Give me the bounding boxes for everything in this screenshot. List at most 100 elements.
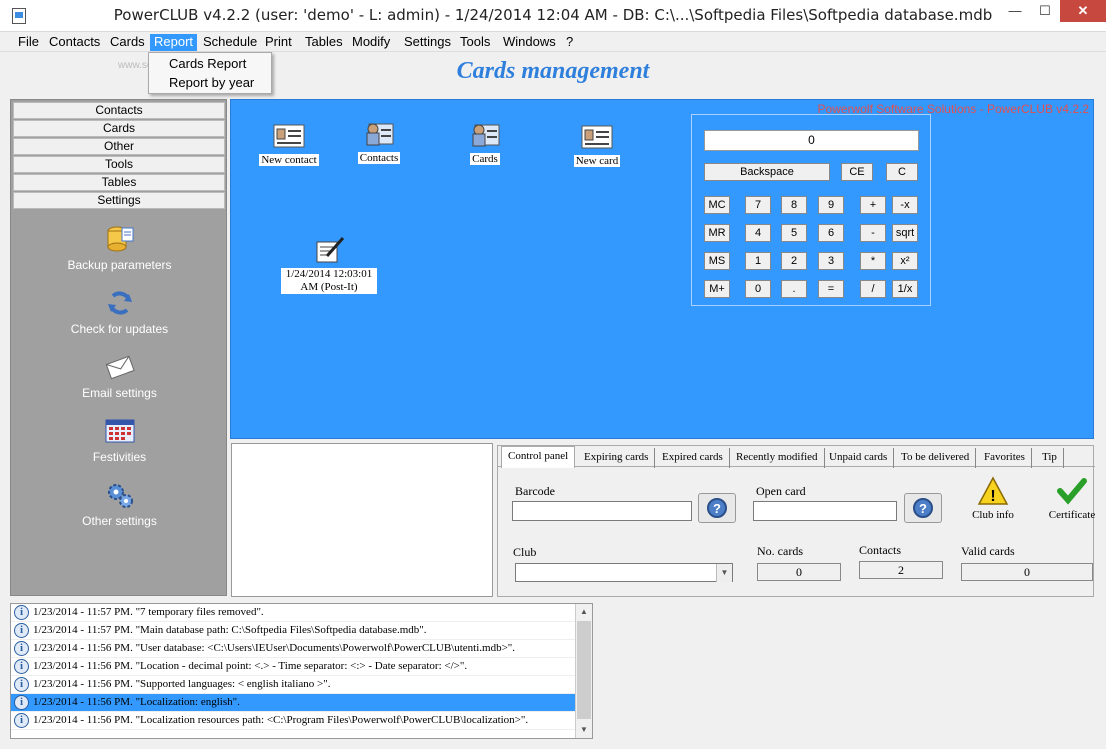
scroll-down-icon[interactable]: ▼ [576, 722, 592, 738]
dropdown-cards-report[interactable]: Cards Report [169, 56, 246, 71]
menu-print[interactable]: Print [265, 34, 292, 51]
calc-square-button[interactable]: x² [892, 252, 918, 270]
calc-8-button[interactable]: 8 [781, 196, 807, 214]
calc-mplus-button[interactable]: M+ [704, 280, 730, 298]
barcode-input[interactable] [512, 501, 692, 521]
menu-file[interactable]: File [18, 34, 39, 51]
sidebar-tool-other-settings[interactable]: Other settings [11, 480, 228, 528]
calc-backspace-button[interactable]: Backspace [704, 163, 830, 181]
menu-help[interactable]: ? [566, 34, 573, 51]
tab-tip[interactable]: Tip [1036, 448, 1064, 468]
sidebar-section-contacts[interactable]: Contacts [13, 102, 225, 119]
sidebar-section-cards[interactable]: Cards [13, 120, 225, 137]
maximize-button[interactable]: ☐ [1030, 0, 1060, 22]
tab-to-be-delivered[interactable]: To be delivered [895, 448, 977, 468]
calc-6-button[interactable]: 6 [818, 224, 844, 242]
scroll-up-icon[interactable]: ▲ [576, 604, 592, 620]
desktop-icon-contacts[interactable]: Contacts [355, 120, 403, 164]
tab-recently-modified[interactable]: Recently modified [730, 448, 825, 468]
menu-contacts[interactable]: Contacts [49, 34, 100, 51]
calc-9-button[interactable]: 9 [818, 196, 844, 214]
menu-schedule[interactable]: Schedule [203, 34, 257, 51]
sidebar-tool-festivities[interactable]: Festivities [11, 416, 228, 464]
menu-settings[interactable]: Settings [404, 34, 451, 51]
calc-4-button[interactable]: 4 [745, 224, 771, 242]
calc-1-button[interactable]: 1 [745, 252, 771, 270]
log-scrollbar[interactable]: ▲ ▼ [575, 604, 592, 738]
calc-mc-button[interactable]: MC [704, 196, 730, 214]
calc-negate-button[interactable]: -x [892, 196, 918, 214]
calc-decimal-button[interactable]: . [781, 280, 807, 298]
sidebar-section-tools[interactable]: Tools [13, 156, 225, 173]
calc-multiply-button[interactable]: * [860, 252, 886, 270]
scroll-thumb[interactable] [577, 621, 591, 719]
log-row[interactable]: i 1/23/2014 - 11:56 PM. "Supported langua… [11, 676, 576, 694]
open-card-input[interactable] [753, 501, 897, 521]
no-cards-value: 0 [757, 563, 841, 581]
log-row[interactable]: i 1/23/2014 - 11:57 PM. "7 temporary file… [11, 604, 576, 622]
envelope-icon [105, 355, 135, 380]
menu-report[interactable]: Report [150, 34, 198, 51]
close-button[interactable]: ✕ [1060, 0, 1106, 22]
calc-2-button[interactable]: 2 [781, 252, 807, 270]
tab-expired-cards[interactable]: Expired cards [656, 448, 730, 468]
valid-cards-label: Valid cards [961, 544, 1015, 558]
calc-mr-button[interactable]: MR [704, 224, 730, 242]
log-row[interactable]: i 1/23/2014 - 11:56 PM. "User database: <… [11, 640, 576, 658]
menu-tools[interactable]: Tools [460, 34, 490, 51]
calc-5-button[interactable]: 5 [781, 224, 807, 242]
sidebar-tool-backup[interactable]: Backup parameters [11, 224, 228, 272]
log-row[interactable]: i 1/23/2014 - 11:57 PM. "Main database pa… [11, 622, 576, 640]
calc-divide-button[interactable]: / [860, 280, 886, 298]
tab-expiring-cards[interactable]: Expiring cards [578, 448, 656, 468]
sidebar-section-tables[interactable]: Tables [13, 174, 225, 191]
log-text: 1/23/2014 - 11:56 PM. "Supported languag… [33, 678, 331, 690]
calc-ms-button[interactable]: MS [704, 252, 730, 270]
club-info-label: Club info [972, 509, 1014, 521]
log-text: 1/23/2014 - 11:56 PM. "Localization: eng… [33, 696, 240, 708]
dropdown-report-by-year[interactable]: Report by year [169, 75, 254, 90]
club-info-button[interactable]: ! Club info [966, 476, 1020, 521]
menu-tables[interactable]: Tables [305, 34, 343, 51]
open-card-help-button[interactable]: ? [904, 493, 942, 523]
tab-control-panel[interactable]: Control panel [501, 446, 576, 468]
info-icon: i [14, 695, 29, 710]
calc-3-button[interactable]: 3 [818, 252, 844, 270]
desktop-icon-new-card[interactable]: New card [571, 123, 623, 167]
contacts-value: 2 [859, 561, 943, 579]
new-card-icon [581, 125, 613, 149]
calc-c-button[interactable]: C [886, 163, 918, 181]
sidebar-section-other[interactable]: Other [13, 138, 225, 155]
desktop-icon-cards[interactable]: Cards [465, 121, 505, 165]
calc-reciprocal-button[interactable]: 1/x [892, 280, 918, 298]
calc-0-button[interactable]: 0 [745, 280, 771, 298]
calc-plus-button[interactable]: + [860, 196, 886, 214]
calendar-icon [105, 419, 134, 443]
help-icon: ? [707, 498, 727, 518]
menu-bar: File Contacts Cards Report Schedule Prin… [0, 32, 1106, 52]
club-select[interactable]: ▼ [515, 563, 733, 582]
desktop-postit-note[interactable]: 1/24/2014 12:03:01 AM (Post-It) [281, 236, 377, 294]
calc-7-button[interactable]: 7 [745, 196, 771, 214]
menu-cards[interactable]: Cards [110, 34, 145, 51]
sidebar-tool-updates[interactable]: Check for updates [11, 288, 228, 336]
sidebar-tool-label: Check for updates [70, 322, 169, 336]
log-row[interactable]: i 1/23/2014 - 11:56 PM. "Localization res… [11, 712, 576, 730]
chevron-down-icon: ▼ [716, 564, 732, 582]
menu-modify[interactable]: Modify [352, 34, 390, 51]
calc-sqrt-button[interactable]: sqrt [892, 224, 918, 242]
tab-favorites[interactable]: Favorites [978, 448, 1032, 468]
tab-unpaid-cards[interactable]: Unpaid cards [823, 448, 895, 468]
calc-equals-button[interactable]: = [818, 280, 844, 298]
menu-windows[interactable]: Windows [503, 34, 556, 51]
sidebar-section-settings[interactable]: Settings [13, 192, 225, 209]
calc-ce-button[interactable]: CE [841, 163, 873, 181]
desktop-icon-new-contact[interactable]: New contact [257, 122, 321, 166]
minimize-button[interactable]: — [1000, 0, 1030, 22]
log-row-selected[interactable]: i 1/23/2014 - 11:56 PM. "Localization: en… [11, 694, 576, 712]
barcode-help-button[interactable]: ? [698, 493, 736, 523]
log-row[interactable]: i 1/23/2014 - 11:56 PM. "Location - decim… [11, 658, 576, 676]
calc-minus-button[interactable]: - [860, 224, 886, 242]
certificate-button[interactable]: Certificate [1044, 476, 1100, 521]
sidebar-tool-email[interactable]: Email settings [11, 352, 228, 400]
